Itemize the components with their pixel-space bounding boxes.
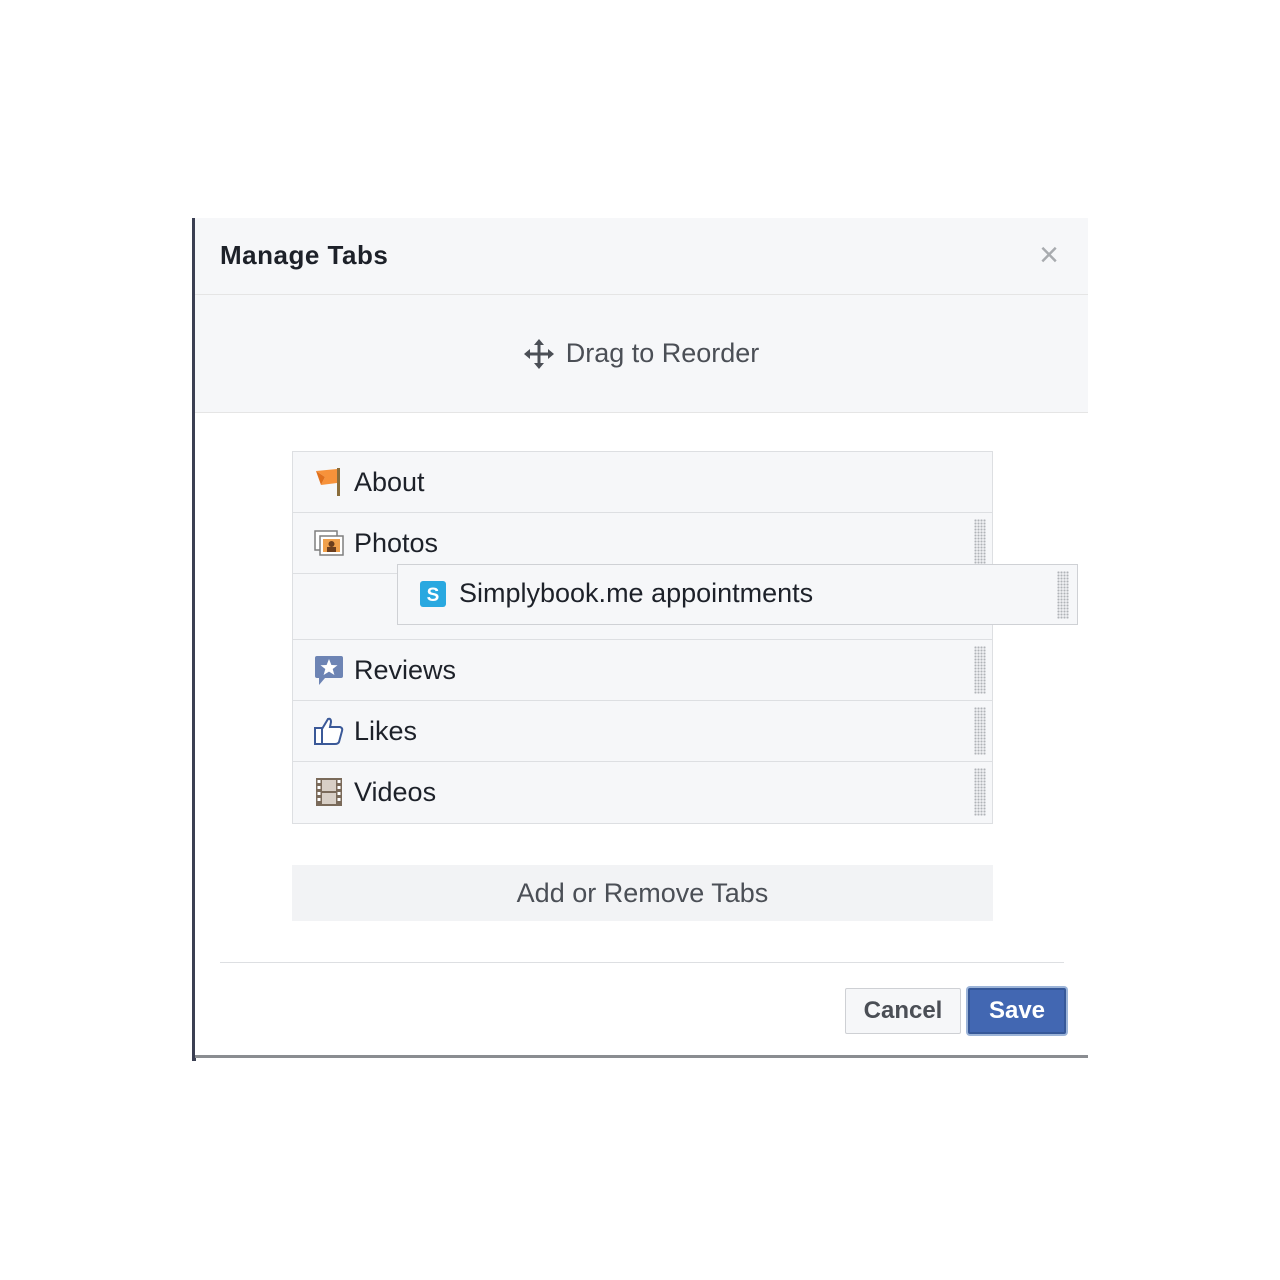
move-arrows-icon <box>523 338 554 369</box>
footer-divider <box>220 962 1064 963</box>
manage-tabs-dialog: Manage Tabs × Drag to Reorder About Phot… <box>195 218 1088 1058</box>
dragging-tab-simplybook[interactable]: S Simplybook.me appointments <box>397 564 1078 625</box>
drag-handle[interactable] <box>974 519 986 567</box>
tab-label: Simplybook.me appointments <box>459 578 814 608</box>
tab-label: Likes <box>354 716 418 746</box>
drag-handle[interactable] <box>974 646 986 694</box>
tab-label: Photos <box>354 528 439 558</box>
drag-hint-text: Drag to Reorder <box>565 338 760 368</box>
tab-row-videos[interactable]: Videos <box>293 762 992 823</box>
tab-label: About <box>354 467 425 497</box>
svg-text:S: S <box>427 585 440 606</box>
drag-handle[interactable] <box>974 707 986 755</box>
video-film-icon <box>316 778 342 806</box>
about-flag-icon <box>316 468 340 496</box>
dialog-title: Manage Tabs <box>220 240 389 270</box>
tab-label: Reviews <box>354 655 457 685</box>
tab-list: About Photos Reviews Likes Videos <box>292 451 993 824</box>
tab-label: Videos <box>354 777 437 807</box>
dialog-header: Manage Tabs × <box>195 218 1088 295</box>
drag-handle[interactable] <box>974 768 986 816</box>
tab-row-likes[interactable]: Likes <box>293 701 992 762</box>
close-icon: × <box>1039 236 1059 274</box>
drag-hint-bar: Drag to Reorder <box>195 295 1088 413</box>
close-button[interactable]: × <box>1034 238 1064 272</box>
cancel-button[interactable]: Cancel <box>845 988 961 1034</box>
tab-row-reviews[interactable]: Reviews <box>293 640 992 701</box>
photos-icon <box>314 530 344 556</box>
drag-handle[interactable] <box>1057 571 1069 619</box>
tab-row-about[interactable]: About <box>293 452 992 513</box>
like-thumb-icon <box>314 717 344 745</box>
add-remove-tabs-button[interactable]: Add or Remove Tabs <box>292 865 993 921</box>
save-button[interactable]: Save <box>968 988 1066 1034</box>
reviews-star-icon <box>315 656 343 685</box>
simplybook-icon: S <box>420 581 446 607</box>
